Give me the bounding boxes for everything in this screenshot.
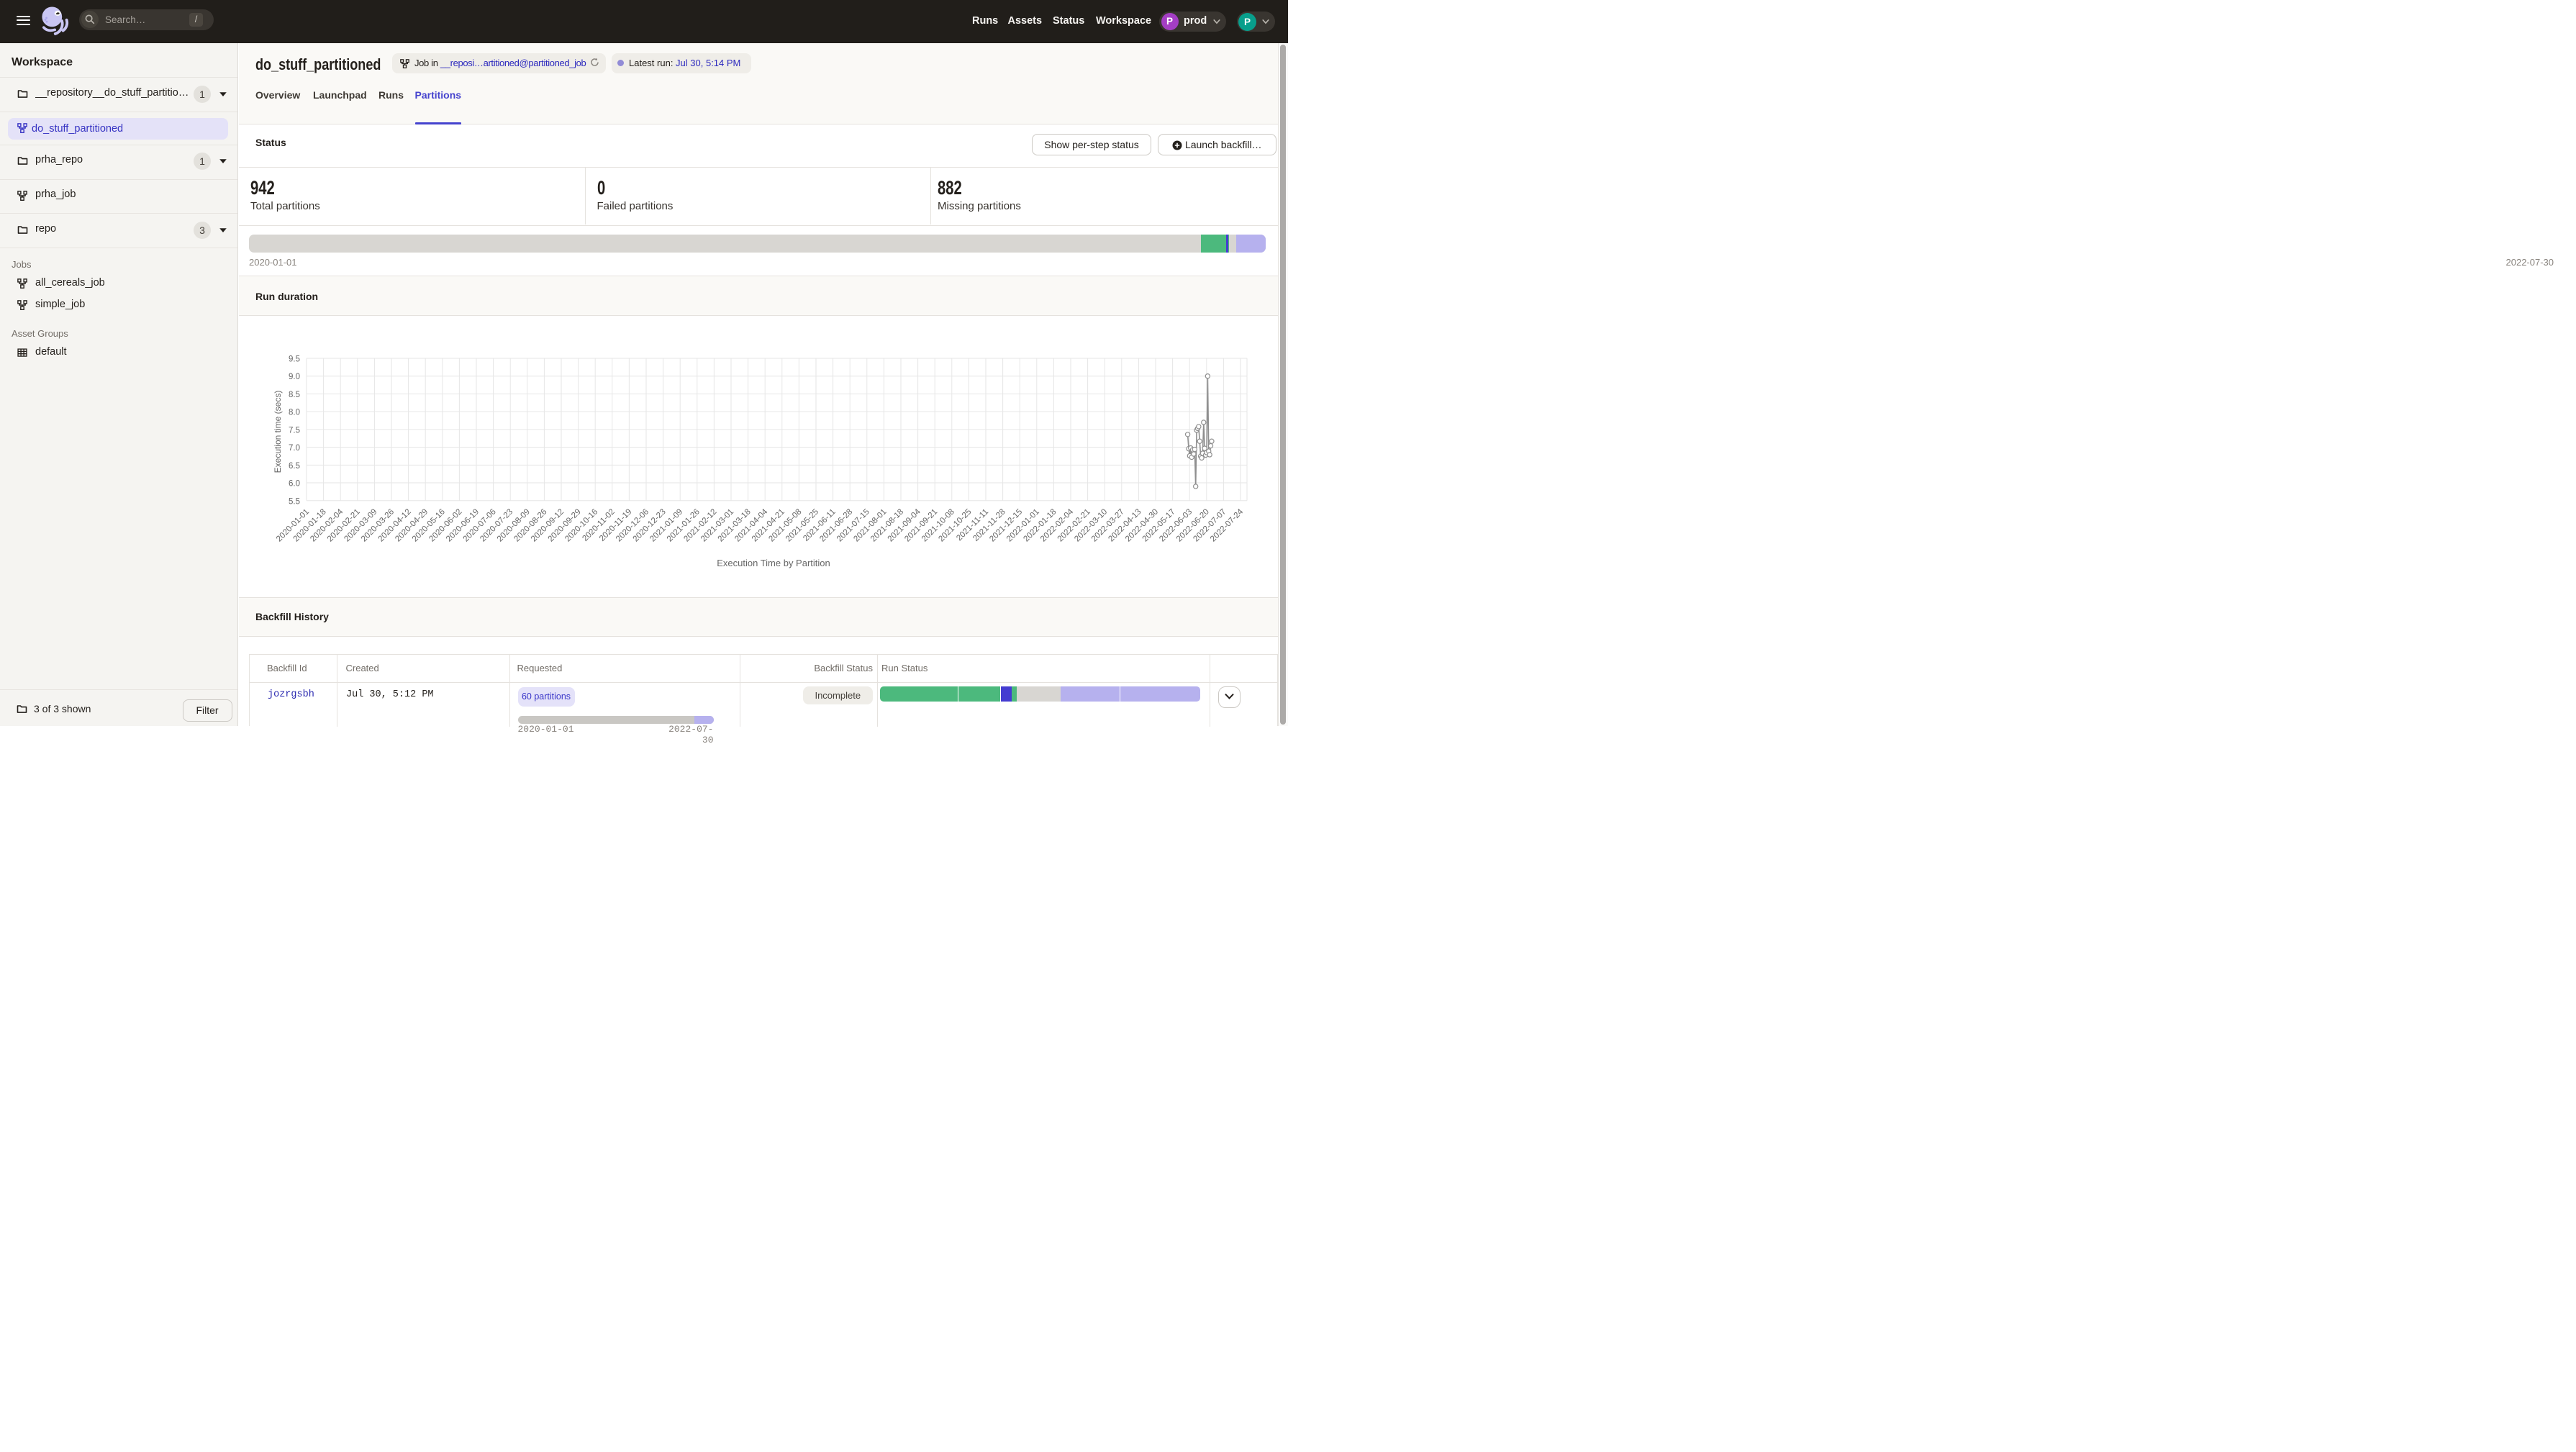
svg-text:9.5: 9.5: [289, 355, 300, 364]
svg-text:8.5: 8.5: [289, 391, 300, 399]
svg-text:9.0: 9.0: [289, 373, 300, 381]
svg-text:Execution time (secs): Execution time (secs): [273, 391, 283, 473]
svg-text:6.5: 6.5: [289, 462, 300, 471]
svg-text:7.5: 7.5: [289, 426, 300, 435]
svg-text:Execution Time by Partition: Execution Time by Partition: [717, 558, 830, 568]
svg-text:8.0: 8.0: [289, 409, 300, 417]
svg-text:6.0: 6.0: [289, 480, 300, 489]
svg-text:7.0: 7.0: [289, 444, 300, 453]
svg-text:5.5: 5.5: [289, 497, 300, 506]
